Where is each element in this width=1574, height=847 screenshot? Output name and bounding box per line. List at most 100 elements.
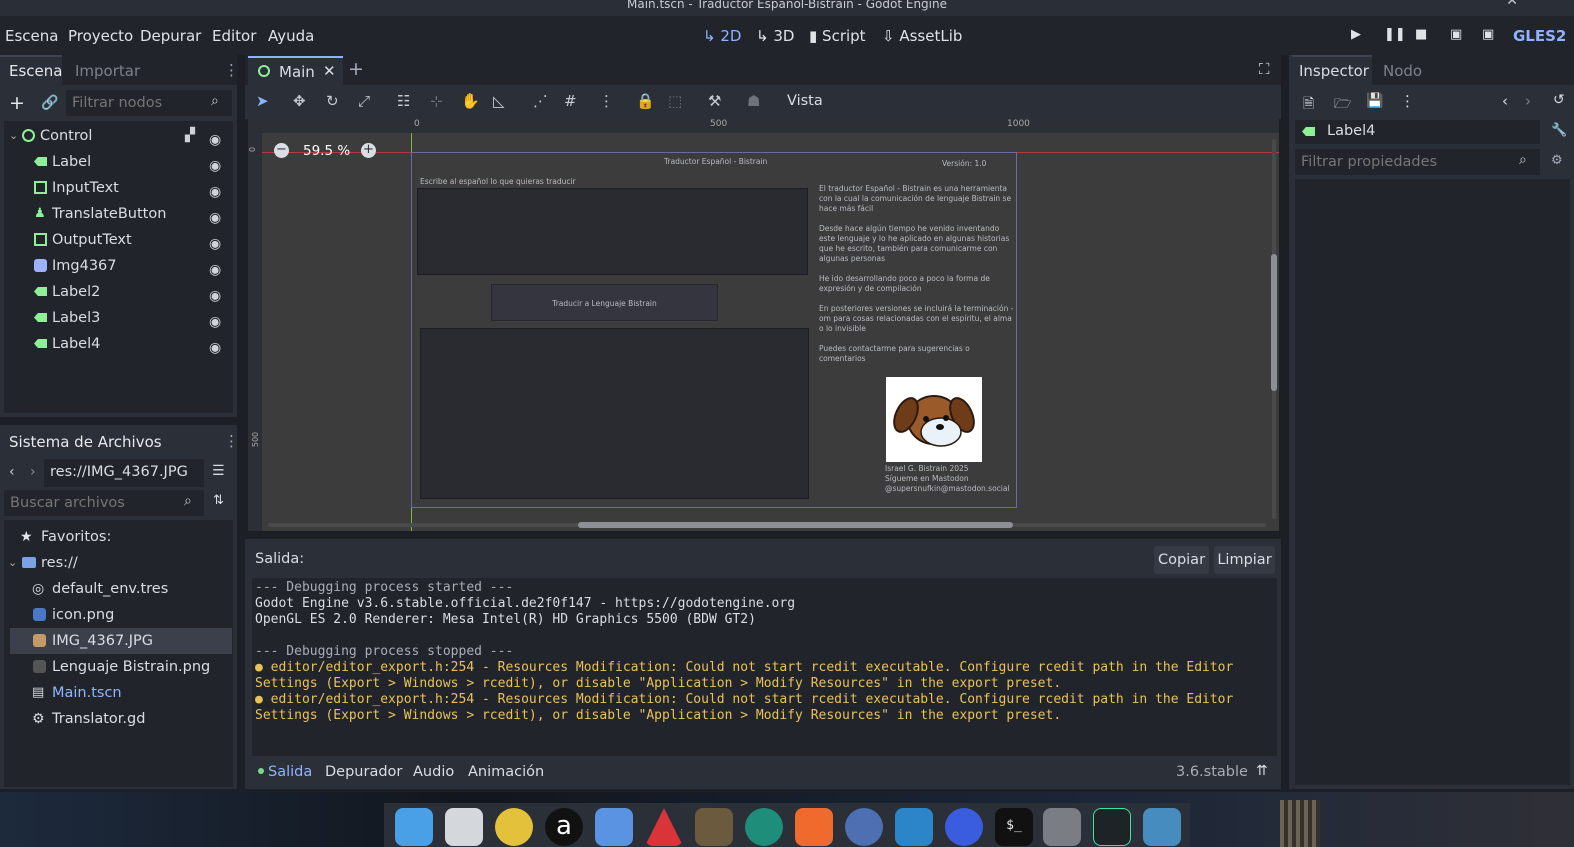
- tree-node-label2[interactable]: Label2 ◉: [12, 279, 232, 305]
- file-row-default-env[interactable]: ◎ default_env.tres: [10, 576, 232, 602]
- smart-snap-icon[interactable]: ⋰: [533, 92, 548, 110]
- tab-importar[interactable]: Importar: [75, 62, 140, 80]
- forward-icon[interactable]: ›: [30, 464, 36, 480]
- more-options-icon[interactable]: ⋮: [1400, 92, 1415, 110]
- file-row-favoritos[interactable]: ★ Favoritos:: [10, 524, 232, 550]
- vscodium-icon[interactable]: [895, 808, 933, 846]
- visibility-eye-icon[interactable]: ◉: [209, 335, 221, 361]
- clear-button[interactable]: Limpiar: [1214, 546, 1275, 574]
- zoom-level[interactable]: 59.5 %: [303, 143, 350, 159]
- play-custom-scene-icon[interactable]: ▣: [1482, 27, 1494, 42]
- back-icon[interactable]: ‹: [9, 464, 15, 480]
- camera-icon[interactable]: ☗: [747, 92, 760, 110]
- menu-proyecto[interactable]: Proyecto: [68, 27, 133, 45]
- file-row-res[interactable]: ⌄ res://: [8, 550, 232, 576]
- pan-icon[interactable]: ✋: [461, 92, 480, 110]
- vertical-scroll-thumb[interactable]: [1271, 254, 1277, 391]
- sort-icon[interactable]: ⇅: [213, 493, 224, 508]
- move-tool-icon[interactable]: ✥: [293, 92, 306, 110]
- open-folder-icon[interactable]: 🗁: [1334, 93, 1351, 117]
- horizontal-scroll-thumb[interactable]: [578, 522, 1013, 528]
- play-icon[interactable]: ▶: [1351, 27, 1361, 42]
- search-files-field[interactable]: ⌕: [4, 490, 204, 516]
- new-resource-icon[interactable]: 🗎: [1303, 93, 1314, 117]
- browser-icon[interactable]: [845, 808, 883, 846]
- link-icon[interactable]: 🔗: [41, 95, 58, 111]
- minimize-icon[interactable]: ✕: [1506, 0, 1518, 8]
- scale-tool-icon[interactable]: ⤢: [358, 92, 370, 110]
- bottom-tab-animacion[interactable]: Animación: [468, 764, 544, 780]
- snap-options-icon[interactable]: ⋮: [599, 92, 614, 110]
- filter-nodes-input[interactable]: [72, 93, 204, 113]
- workspace-switcher-icon[interactable]: [445, 808, 483, 846]
- zoom-in-icon[interactable]: +: [361, 143, 376, 158]
- system-monitor-icon[interactable]: [1093, 808, 1131, 846]
- ruler-icon[interactable]: ◺: [493, 92, 505, 110]
- menu-escena[interactable]: Escena: [5, 27, 58, 45]
- filter-properties-field[interactable]: ⌕: [1295, 149, 1540, 175]
- bottom-tab-salida[interactable]: Salida: [268, 764, 312, 780]
- add-node-icon[interactable]: +: [9, 92, 25, 114]
- mode-assetlib-button[interactable]: ⇩ AssetLib: [882, 27, 962, 45]
- tree-node-img4367[interactable]: Img4367 ◉: [12, 253, 232, 279]
- lock-icon[interactable]: 🔒: [636, 92, 655, 110]
- menu-ayuda[interactable]: Ayuda: [268, 27, 314, 45]
- file-row-translator-gd[interactable]: ⚙ Translator.gd: [10, 706, 232, 732]
- play-scene-icon[interactable]: ▣: [1450, 27, 1462, 42]
- godot-icon[interactable]: [1143, 808, 1181, 846]
- rotate-tool-icon[interactable]: ↻: [326, 92, 339, 110]
- gimp-icon[interactable]: [695, 808, 733, 846]
- menu-editor[interactable]: Editor: [212, 27, 256, 45]
- stop-icon[interactable]: ■: [1415, 27, 1427, 42]
- tab-main[interactable]: Main ✕: [248, 56, 343, 85]
- mode-2d-button[interactable]: ↳ 2D: [703, 27, 741, 45]
- tree-node-control[interactable]: ⌄ Control ▞ ◉: [9, 123, 232, 149]
- file-row-icon-png[interactable]: icon.png: [10, 602, 232, 628]
- bottom-tab-depurador[interactable]: Depurador: [325, 764, 402, 780]
- chevron-down-icon[interactable]: ⌄: [8, 550, 17, 576]
- skeleton-icon[interactable]: ⚒: [708, 92, 721, 110]
- expand-panel-icon[interactable]: ⇈: [1256, 763, 1268, 779]
- document-icon[interactable]: [595, 808, 633, 846]
- script-attached-icon[interactable]: ▞: [185, 123, 195, 149]
- game-translate-button[interactable]: Traducir a Lenguaje Bistrain: [491, 284, 718, 321]
- back-icon[interactable]: ‹: [1502, 92, 1508, 110]
- tree-node-label[interactable]: Label ◉: [12, 149, 232, 175]
- close-icon[interactable]: ✕: [323, 62, 336, 80]
- grid-snap-icon[interactable]: #: [564, 92, 577, 110]
- maximize-icon[interactable]: ⌃: [1549, 0, 1560, 6]
- tree-node-label3[interactable]: Label3 ◉: [12, 305, 232, 331]
- files-app-icon[interactable]: [395, 808, 433, 846]
- filter-nodes-field[interactable]: ⌕: [66, 90, 232, 116]
- chevron-down-icon[interactable]: ⌄: [9, 123, 18, 149]
- canvas-viewport[interactable]: 0 500 1000 0 500 − 59.5 % + Traductor Es…: [248, 119, 1279, 531]
- tree-node-outputtext[interactable]: OutputText ◉: [12, 227, 232, 253]
- mode-3d-button[interactable]: ↳ 3D: [756, 27, 794, 45]
- pause-icon[interactable]: ❚❚: [1384, 27, 1406, 42]
- path-field[interactable]: res://IMG_4367.JPG: [50, 464, 188, 480]
- settings-icon[interactable]: ⚙: [1551, 153, 1563, 168]
- menu-depurar[interactable]: Depurar: [140, 27, 201, 45]
- selected-node-field[interactable]: Label4: [1295, 120, 1540, 144]
- split-view-icon[interactable]: ☰: [212, 463, 225, 479]
- signal-icon[interactable]: [945, 808, 983, 846]
- bottom-tab-audio[interactable]: Audio: [413, 764, 454, 780]
- folder-app-icon[interactable]: [1043, 808, 1081, 846]
- tree-node-label4[interactable]: Label4 ◉: [12, 331, 232, 357]
- tree-node-translatebutton[interactable]: ♟ TranslateButton ◉: [12, 201, 232, 227]
- save-icon[interactable]: 💾: [1366, 93, 1383, 109]
- node-tools-icon[interactable]: 🔧: [1551, 123, 1567, 138]
- terminal-icon[interactable]: $_: [995, 808, 1033, 846]
- game-input-text[interactable]: [417, 188, 808, 275]
- search-files-input[interactable]: [10, 493, 175, 513]
- rhythmbox-icon[interactable]: [495, 808, 533, 846]
- pivot-icon[interactable]: ⊹: [430, 92, 443, 110]
- zoom-out-icon[interactable]: −: [274, 143, 289, 158]
- copy-button[interactable]: Copiar: [1154, 546, 1209, 574]
- file-row-img-4367[interactable]: IMG_4367.JPG: [10, 628, 232, 654]
- amazon-icon[interactable]: a: [545, 808, 583, 846]
- file-row-lenguaje-bistrain[interactable]: Lenguaje Bistrain.png: [10, 654, 232, 680]
- file-row-main-tscn[interactable]: ▤ Main.tscn: [10, 680, 232, 706]
- mode-script-button[interactable]: ▮ Script: [809, 27, 866, 45]
- dock-menu-icon[interactable]: ⋮: [224, 61, 239, 79]
